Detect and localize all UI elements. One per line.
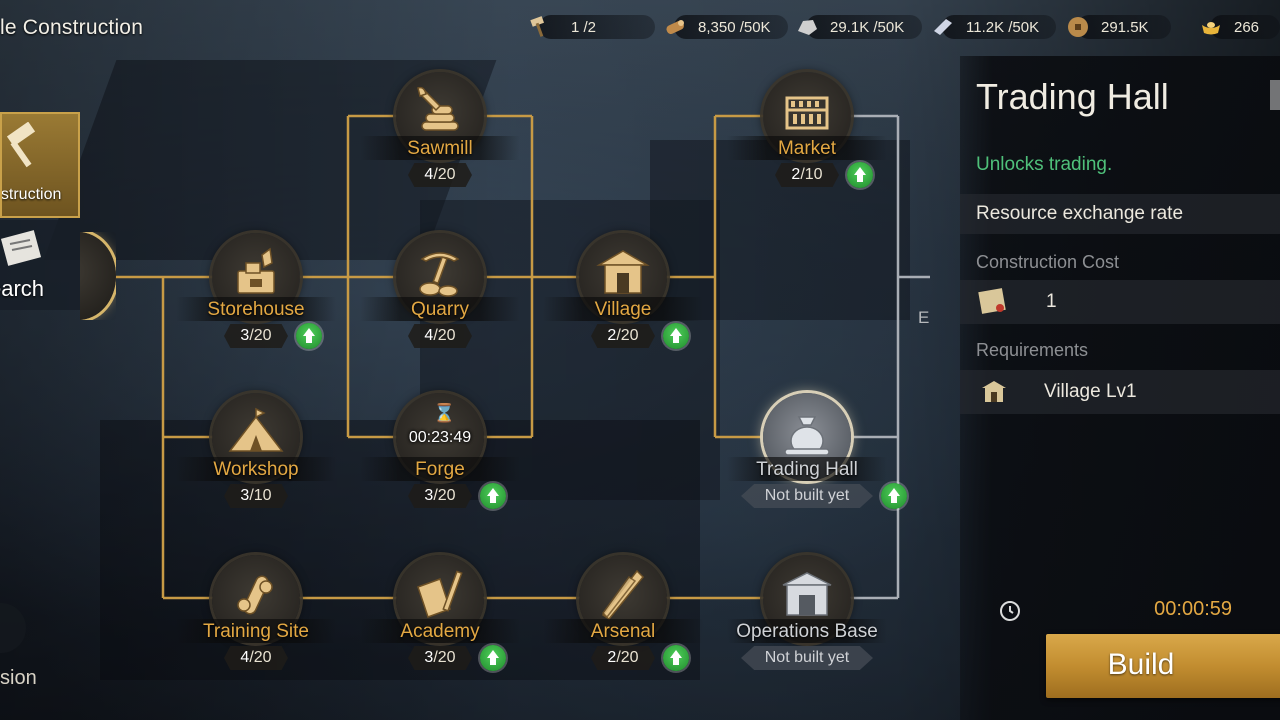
- hammer-icon: [6, 122, 36, 168]
- resource-stone[interactable]: 29.1K /50K: [792, 12, 922, 42]
- resource-iron[interactable]: 11.2K /50K: [928, 12, 1056, 42]
- resource-coin-value: 291.5K: [1101, 18, 1149, 36]
- node-operations-base[interactable]: Operations Base Not built yet: [717, 555, 897, 685]
- scroll-map-icon: [0, 230, 42, 266]
- building-detail-panel: Trading Hall Unlocks trading. Resource e…: [960, 56, 1280, 720]
- tab-mission-label: ssion: [0, 667, 37, 689]
- node-operations-base-name: Operations Base: [736, 621, 878, 642]
- resource-iron-value: 11.2K /50K: [966, 18, 1040, 36]
- clock-history-icon: [1000, 601, 1020, 621]
- node-village-level: 2/20: [591, 324, 655, 348]
- build-time-value: 00:00:59: [1154, 598, 1232, 620]
- screen-title: le Construction: [0, 16, 144, 39]
- tab-research-label: search: [0, 276, 45, 301]
- tab-construction-label: nstruction: [0, 186, 62, 203]
- blueprint-scroll-icon: [978, 288, 1006, 314]
- hourglass-icon: ⌛: [433, 403, 456, 423]
- node-arsenal[interactable]: Arsenal 2/20: [533, 555, 713, 685]
- resource-wood[interactable]: 8,350 /50K: [660, 12, 788, 42]
- wood-log-icon: [660, 12, 690, 42]
- node-sawmill[interactable]: Sawmill 4/20: [350, 72, 530, 202]
- construction-tree: Sawmill 4/20 Market 2/10 Storehouse 3/20…: [0, 0, 940, 720]
- resource-gold[interactable]: 266: [1196, 12, 1280, 42]
- tab-research[interactable]: search: [0, 220, 80, 310]
- node-workshop-level: 3/10: [224, 484, 288, 508]
- panel-description: Unlocks trading.: [976, 154, 1113, 175]
- node-training-site-level: 4/20: [224, 646, 288, 670]
- node-workshop-name: Workshop: [213, 459, 299, 480]
- node-storehouse-level: 3/20: [224, 324, 288, 348]
- construction-cost-row: 1: [960, 280, 1280, 324]
- node-training-site-name: Training Site: [203, 621, 309, 642]
- offscreen-label: E: [918, 308, 930, 327]
- node-market-level: 2/10: [775, 163, 839, 187]
- node-market[interactable]: Market 2/10: [717, 72, 897, 202]
- iron-ingot-icon: [928, 12, 958, 42]
- node-training-site[interactable]: Training Site 4/20: [166, 555, 346, 685]
- node-quarry-name: Quarry: [410, 299, 470, 320]
- resource-stone-value: 29.1K /50K: [830, 18, 905, 36]
- village-gate-icon: [982, 381, 1006, 402]
- upgrade-arrow-icon: [847, 162, 873, 188]
- build-button[interactable]: Build: [1046, 634, 1280, 698]
- resource-gold-value: 266: [1234, 18, 1260, 36]
- node-operations-base-status: Not built yet: [741, 646, 873, 670]
- node-forge-level: 3/20: [408, 484, 472, 508]
- panel-effect-row: Resource exchange rate: [960, 194, 1280, 234]
- node-village-name: Village: [594, 299, 652, 320]
- node-storehouse-name: Storehouse: [207, 299, 305, 320]
- gold-ingot-icon: [1196, 12, 1226, 42]
- resource-wood-value: 8,350 /50K: [698, 18, 771, 36]
- requirement-text: Village Lv1: [1044, 381, 1137, 402]
- node-storehouse[interactable]: Storehouse 3/20: [166, 233, 346, 363]
- panel-title: Trading Hall: [976, 76, 1169, 117]
- node-forge-timer: 00:23:49: [408, 429, 472, 446]
- build-button-label: Build: [1107, 648, 1175, 681]
- node-trading-hall-status: Not built yet: [741, 484, 873, 508]
- upgrade-arrow-icon: [663, 645, 689, 671]
- tab-construction[interactable]: nstruction: [0, 112, 80, 218]
- node-sawmill-name: Sawmill: [407, 138, 473, 159]
- node-quarry-level: 4/20: [408, 324, 472, 348]
- node-arsenal-level: 2/20: [591, 646, 655, 670]
- mission-icon: [0, 603, 26, 653]
- node-academy-name: Academy: [400, 621, 480, 642]
- upgrade-arrow-icon: [480, 645, 506, 671]
- hammer-icon: [525, 12, 555, 42]
- upgrade-arrow-icon: [480, 483, 506, 509]
- node-trading-hall-name: Trading Hall: [756, 459, 858, 480]
- node-quarry[interactable]: Quarry 4/20: [350, 233, 530, 363]
- node-sawmill-level: 4/20: [408, 163, 472, 187]
- top-bar: le Construction 1 /2 8,350 /50K 29.1K /5…: [0, 0, 1280, 56]
- node-forge[interactable]: ⌛ 00:23:49 Forge 3/20: [350, 393, 530, 523]
- resource-coin[interactable]: 291.5K: [1063, 12, 1171, 42]
- upgrade-arrow-icon: [881, 483, 907, 509]
- node-village[interactable]: Village 2/20: [533, 233, 713, 363]
- node-market-name: Market: [777, 138, 837, 159]
- build-time-row: 00:00:59: [990, 596, 1280, 626]
- node-academy-level: 3/20: [408, 646, 472, 670]
- construction-cost-value: 1: [1046, 291, 1057, 312]
- resource-hammer-value: 1 /2: [571, 18, 597, 36]
- node-academy[interactable]: Academy 3/20: [350, 555, 530, 685]
- stone-icon: [792, 12, 822, 42]
- upgrade-arrow-icon: [296, 323, 322, 349]
- panel-edge-marker: [1270, 80, 1280, 110]
- node-trading-hall[interactable]: ⌄ Trading Hall Not built yet: [717, 379, 907, 523]
- tab-mission[interactable]: ssion: [0, 595, 60, 705]
- requirement-row: Village Lv1: [960, 370, 1280, 414]
- node-forge-name: Forge: [415, 459, 465, 480]
- requirements-heading: Requirements: [976, 340, 1089, 360]
- panel-effect-text: Resource exchange rate: [976, 203, 1184, 224]
- construction-cost-heading: Construction Cost: [976, 252, 1120, 272]
- node-workshop[interactable]: Workshop 3/10: [166, 393, 346, 523]
- resource-hammer[interactable]: 1 /2: [525, 12, 655, 42]
- coin-icon: [1063, 12, 1093, 42]
- upgrade-arrow-icon: [663, 323, 689, 349]
- node-arsenal-name: Arsenal: [590, 621, 656, 642]
